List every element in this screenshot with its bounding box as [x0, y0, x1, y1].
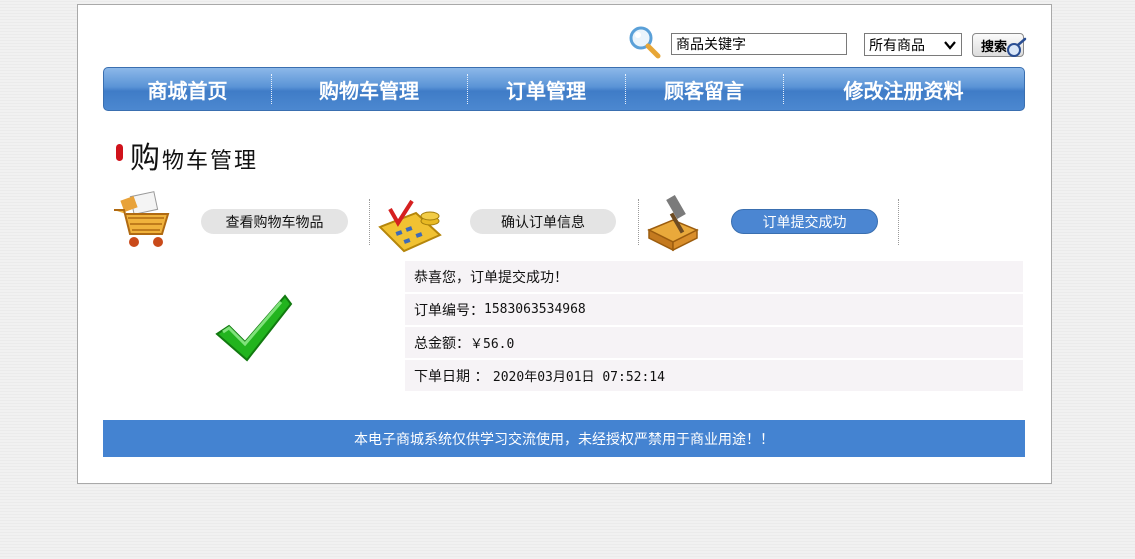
order-date-row: 下单日期 ： 2020年03月01日 07:52:14	[405, 360, 1023, 391]
magnifier-icon	[629, 26, 661, 59]
nav-item-messages[interactable]: 顾客留言	[625, 68, 783, 110]
step-order-submitted[interactable]: 订单提交成功	[731, 209, 878, 234]
package-hammer-icon	[647, 194, 699, 252]
nav-item-cart[interactable]: 购物车管理	[271, 68, 467, 110]
checkmark-icon	[215, 294, 293, 362]
order-total-value: ￥56.0	[470, 337, 515, 352]
order-number-row: 订单编号： 1583063534968	[405, 294, 1023, 325]
success-message-row: 恭喜您，订单提交成功！	[405, 261, 1023, 292]
search-button[interactable]: 搜索	[972, 33, 1027, 57]
shopping-cart-icon	[114, 191, 170, 247]
search-button-label: 搜索	[981, 39, 1008, 55]
step-view-cart[interactable]: 查看购物车物品	[201, 209, 348, 234]
category-select[interactable]: 所有商品	[864, 33, 962, 56]
step-divider	[369, 199, 370, 245]
calculator-icon	[378, 199, 442, 253]
page-title: 购物车管理	[130, 141, 259, 176]
main-nav: 商城首页 购物车管理 订单管理 顾客留言 修改注册资料	[103, 67, 1025, 111]
step-divider	[638, 199, 639, 245]
nav-item-profile[interactable]: 修改注册资料	[783, 68, 1024, 110]
nav-item-home[interactable]: 商城首页	[104, 68, 271, 110]
nav-item-orders[interactable]: 订单管理	[467, 68, 625, 110]
order-number-value: 1583063534968	[484, 302, 586, 317]
footer-notice: 本电子商城系统仅供学习交流使用，未经授权严禁用于商业用途！！	[103, 420, 1025, 457]
order-total-row: 总金额： ￥56.0	[405, 327, 1023, 358]
page-frame: 所有商品 搜索 商城首页 购物车管理 订单管理 顾客留言 修改注册资料 购物车管…	[77, 4, 1052, 484]
chevron-down-icon	[944, 40, 956, 50]
category-select-value: 所有商品	[869, 37, 925, 54]
order-date-value: 2020年03月01日 07:52:14	[492, 370, 665, 385]
step-confirm-order[interactable]: 确认订单信息	[470, 209, 616, 234]
search-glass-icon	[1007, 37, 1027, 57]
step-divider	[898, 199, 899, 245]
title-bullet-icon	[116, 144, 123, 161]
search-input[interactable]	[671, 33, 847, 55]
